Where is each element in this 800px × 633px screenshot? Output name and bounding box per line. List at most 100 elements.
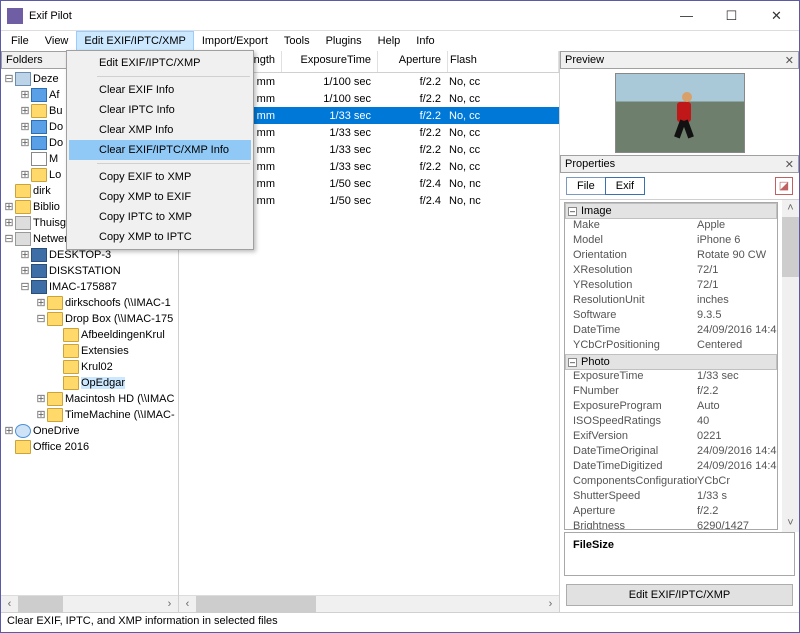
collapse-icon[interactable]: – — [568, 358, 577, 367]
window-title: Exif Pilot — [29, 10, 664, 22]
properties-tool-icon[interactable]: ◪ — [775, 177, 793, 195]
preview-pane-close-icon[interactable]: ✕ — [785, 54, 794, 67]
menuitem-copy-xmp-to-iptc[interactable]: Copy XMP to IPTC — [69, 227, 251, 247]
tree-node[interactable]: ⊟Drop Box (\\IMAC-175 — [3, 311, 178, 327]
properties-pane-close-icon[interactable]: ✕ — [785, 158, 794, 171]
menu-import-export[interactable]: Import/Export — [194, 31, 276, 51]
col-aperture[interactable]: Aperture — [378, 51, 448, 72]
tree-node[interactable]: ⊞OneDrive — [3, 423, 178, 439]
prop-key: ShutterSpeed — [573, 490, 697, 505]
prop-row[interactable]: OrientationRotate 90 CW — [565, 249, 777, 264]
tree-node[interactable]: Extensies — [3, 343, 178, 359]
tree-twisty-icon[interactable]: ⊟ — [35, 313, 47, 325]
properties-vscrollbar[interactable]: ˄ ˅ — [782, 200, 799, 532]
prop-row[interactable]: YResolution72/1 — [565, 279, 777, 294]
tree-twisty-icon[interactable]: ⊞ — [35, 297, 47, 309]
tree-twisty-icon[interactable]: ⊞ — [3, 217, 15, 229]
tree-node[interactable]: Office 2016 — [3, 439, 178, 455]
prop-row[interactable]: ExposureProgramAuto — [565, 400, 777, 415]
scroll-right-icon[interactable]: › — [161, 596, 178, 612]
edit-exif-button[interactable]: Edit EXIF/IPTC/XMP — [566, 584, 793, 606]
tree-node-label: DESKTOP-3 — [49, 249, 111, 261]
scroll-up-icon[interactable]: ˄ — [782, 200, 799, 217]
tree-twisty-icon[interactable]: ⊞ — [3, 425, 15, 437]
tree-node[interactable]: ⊞DISKSTATION — [3, 263, 178, 279]
prop-row[interactable]: ResolutionUnitinches — [565, 294, 777, 309]
tree-twisty-icon[interactable]: ⊞ — [19, 169, 31, 181]
minimize-button[interactable]: — — [664, 1, 709, 30]
prop-row[interactable]: ExposureTime1/33 sec — [565, 370, 777, 385]
tab-file[interactable]: File — [566, 177, 605, 195]
tree-twisty-icon[interactable]: ⊞ — [19, 249, 31, 261]
properties-pane-title: Properties — [565, 158, 615, 170]
menu-tools[interactable]: Tools — [276, 31, 318, 51]
scroll-down-icon[interactable]: ˅ — [782, 515, 799, 532]
menuitem-copy-xmp-to-exif[interactable]: Copy XMP to EXIF — [69, 187, 251, 207]
prop-key: Software — [573, 309, 697, 324]
menu-info[interactable]: Info — [408, 31, 442, 51]
prop-row[interactable]: DateTimeDigitized24/09/2016 14:47:13 — [565, 460, 777, 475]
tree-twisty-icon[interactable]: ⊞ — [35, 393, 47, 405]
prop-row[interactable]: ModeliPhone 6 — [565, 234, 777, 249]
prop-row[interactable]: YCbCrPositioningCentered — [565, 339, 777, 354]
tree-node-label: Deze — [33, 73, 59, 85]
tree-node[interactable]: AfbeeldingenKrul — [3, 327, 178, 343]
close-button[interactable]: ✕ — [754, 1, 799, 30]
prop-group-photo[interactable]: –Photo — [565, 354, 777, 370]
tree-hscrollbar[interactable]: ‹ › — [1, 595, 178, 612]
tab-exif[interactable]: Exif — [605, 177, 645, 195]
menu-plugins[interactable]: Plugins — [318, 31, 370, 51]
prop-row[interactable]: ComponentsConfigurationYCbCr — [565, 475, 777, 490]
menu-view[interactable]: View — [37, 31, 77, 51]
menuitem-clear-iptc-info[interactable]: Clear IPTC Info — [69, 100, 251, 120]
prop-row[interactable]: Aperturef/2.2 — [565, 505, 777, 520]
tree-twisty-icon[interactable]: ⊞ — [19, 265, 31, 277]
tree-twisty-icon[interactable]: ⊟ — [19, 281, 31, 293]
col-flash[interactable]: Flash — [448, 51, 559, 72]
menuitem-edit-exif-iptc-xmp[interactable]: Edit EXIF/IPTC/XMP — [69, 53, 251, 73]
prop-row[interactable]: DateTime24/09/2016 14:47:13 — [565, 324, 777, 339]
tree-node[interactable]: ⊞dirkschoofs (\\IMAC-1 — [3, 295, 178, 311]
menu-help[interactable]: Help — [370, 31, 409, 51]
prop-row[interactable]: FNumberf/2.2 — [565, 385, 777, 400]
scroll-left-icon[interactable]: ‹ — [179, 596, 196, 612]
menuitem-clear-exif-iptc-xmp-info[interactable]: Clear EXIF/IPTC/XMP Info — [69, 140, 251, 160]
scroll-right-icon[interactable]: › — [542, 596, 559, 612]
tree-node[interactable]: ⊟IMAC-175887 — [3, 279, 178, 295]
tree-node[interactable]: ⊞Macintosh HD (\\IMAC — [3, 391, 178, 407]
prop-row[interactable]: Software9.3.5 — [565, 309, 777, 324]
menu-file[interactable]: File — [3, 31, 37, 51]
tree-twisty-icon[interactable]: ⊞ — [35, 409, 47, 421]
tree-twisty-icon[interactable]: ⊞ — [3, 201, 15, 213]
collapse-icon[interactable]: – — [568, 207, 577, 216]
tree-twisty-icon[interactable]: ⊞ — [19, 89, 31, 101]
folder-icon — [15, 200, 31, 214]
col-exposuretime[interactable]: ExposureTime — [282, 51, 378, 72]
maximize-button[interactable]: ☐ — [709, 1, 754, 30]
prop-group-image[interactable]: –Image — [565, 203, 777, 219]
table-hscrollbar[interactable]: ‹ › — [179, 595, 559, 612]
tree-twisty-icon[interactable]: ⊟ — [3, 73, 15, 85]
tree-twisty-icon[interactable]: ⊞ — [19, 121, 31, 133]
prop-row[interactable]: Brightness6290/1427 — [565, 520, 777, 530]
menu-edit-exif-iptc-xmp[interactable]: Edit EXIF/IPTC/XMP — [76, 31, 193, 51]
scroll-left-icon[interactable]: ‹ — [1, 596, 18, 612]
menuitem-copy-exif-to-xmp[interactable]: Copy EXIF to XMP — [69, 167, 251, 187]
prop-row[interactable]: DateTimeOriginal24/09/2016 14:47:13 — [565, 445, 777, 460]
tree-twisty-icon[interactable]: ⊟ — [3, 233, 15, 245]
menuitem-clear-xmp-info[interactable]: Clear XMP Info — [69, 120, 251, 140]
tree-node[interactable]: ⊞TimeMachine (\\IMAC- — [3, 407, 178, 423]
tree-node[interactable]: OpEdgar — [3, 375, 178, 391]
prop-row[interactable]: ShutterSpeed1/33 s — [565, 490, 777, 505]
prop-row[interactable]: XResolution72/1 — [565, 264, 777, 279]
prop-row[interactable]: ExifVersion0221 — [565, 430, 777, 445]
prop-row[interactable]: ISOSpeedRatings40 — [565, 415, 777, 430]
menuitem-clear-exif-info[interactable]: Clear EXIF Info — [69, 80, 251, 100]
menuitem-copy-iptc-to-xmp[interactable]: Copy IPTC to XMP — [69, 207, 251, 227]
tree-twisty-icon[interactable]: ⊞ — [19, 105, 31, 117]
prop-row[interactable]: MakeApple — [565, 219, 777, 234]
tree-twisty-icon[interactable]: ⊞ — [19, 137, 31, 149]
tree-node[interactable]: Krul02 — [3, 359, 178, 375]
exif-property-list[interactable]: –ImageMakeAppleModeliPhone 6OrientationR… — [564, 202, 778, 530]
prop-value: 1/33 s — [697, 490, 777, 505]
